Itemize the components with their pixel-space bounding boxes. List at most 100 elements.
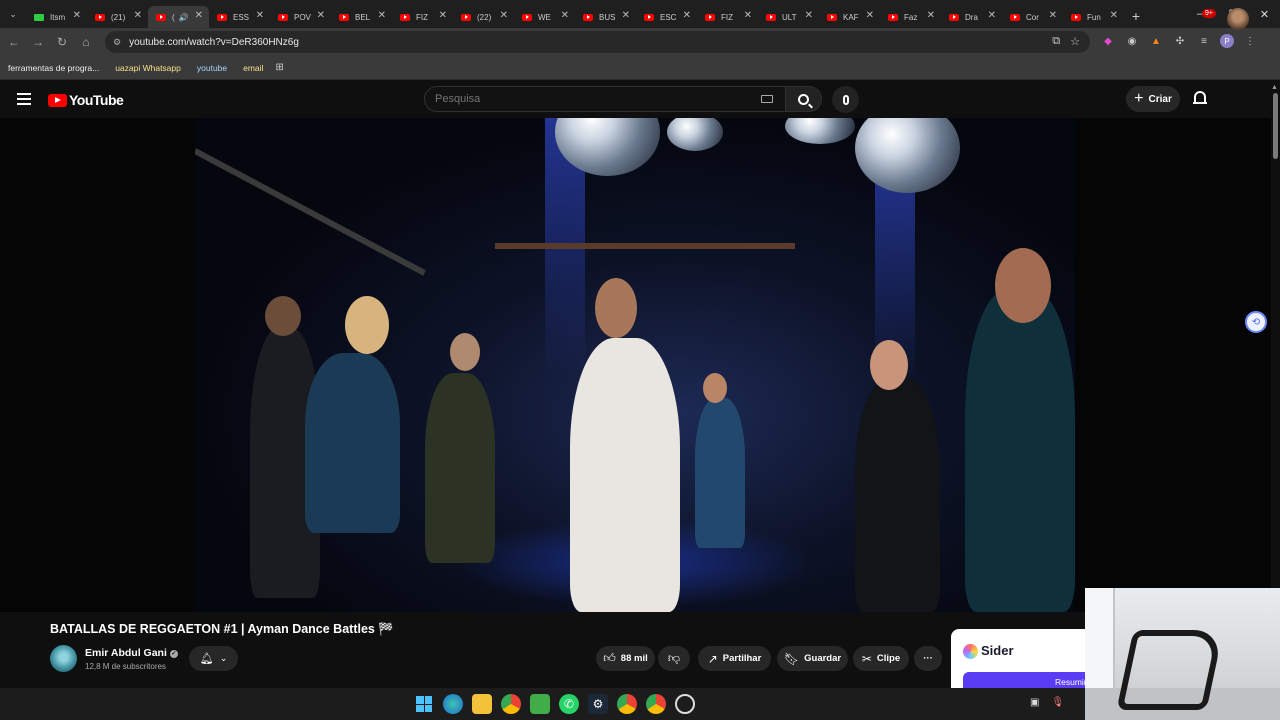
browser-tab[interactable]: POV ✕ — [270, 6, 331, 28]
clip-button[interactable]: ✂ Clipe — [853, 646, 909, 671]
close-tab-icon[interactable]: ✕ — [378, 10, 386, 21]
apps-grid-icon[interactable]: ⊞ — [275, 62, 283, 73]
windows-start-icon[interactable] — [414, 694, 434, 714]
close-tab-icon[interactable]: ✕ — [988, 10, 996, 21]
close-tab-icon[interactable]: ✕ — [73, 10, 81, 21]
bookmark-email[interactable]: email — [239, 61, 267, 75]
sider-panel[interactable]: Sider Resumir — [951, 629, 1085, 689]
close-tab-icon[interactable]: ✕ — [866, 10, 874, 21]
browser-tab[interactable]: Dra ✕ — [941, 6, 1002, 28]
close-tab-icon[interactable]: ✕ — [927, 10, 935, 21]
close-tab-icon[interactable]: ✕ — [134, 10, 142, 21]
chrome-profile-2-icon[interactable] — [646, 694, 666, 714]
extension-1-icon[interactable]: ◆ — [1100, 33, 1116, 49]
save-button[interactable]: 🔖︎ Guardar — [777, 646, 848, 671]
search-input[interactable] — [435, 93, 755, 105]
close-tab-icon[interactable]: ✕ — [1049, 10, 1057, 21]
back-arrow-icon[interactable]: ← — [2, 35, 26, 49]
thumbs-up-icon: 👍︎ — [603, 651, 616, 665]
install-app-icon[interactable]: ⧉ — [1052, 35, 1060, 48]
browser-tab[interactable]: (22) ✕ — [453, 6, 514, 28]
create-button[interactable]: + Criar — [1126, 86, 1180, 112]
translate-widget-icon[interactable]: ⟲ — [1245, 311, 1267, 333]
camera-extension-icon[interactable]: ◉ — [1124, 33, 1140, 49]
scroll-up-arrow-icon[interactable]: ▲ — [1271, 84, 1278, 91]
close-tab-icon[interactable]: ✕ — [622, 10, 630, 21]
browser-tab[interactable]: ESS ✕ — [209, 6, 270, 28]
notifications-badge: 9+ — [1202, 9, 1216, 18]
tab-search-chevron-icon[interactable]: ⌄ — [0, 0, 26, 28]
more-actions-button[interactable]: ··· — [914, 646, 942, 671]
close-tab-icon[interactable]: ✕ — [805, 10, 813, 21]
browser-tab[interactable]: BUS ✕ — [575, 6, 636, 28]
browser-tab[interactable]: (21) ✕ — [87, 6, 148, 28]
scrollbar-thumb[interactable] — [1273, 93, 1278, 159]
file-explorer-icon[interactable] — [472, 694, 492, 714]
tray-mic-icon[interactable]: 🎙︎ — [1051, 697, 1064, 708]
reading-list-icon[interactable]: ≡ — [1196, 33, 1212, 49]
close-tab-icon[interactable]: ✕ — [195, 10, 203, 21]
close-window-icon[interactable]: ✕ — [1249, 8, 1280, 21]
menu-hamburger-icon[interactable] — [17, 93, 31, 105]
steam-icon[interactable]: ⚙ — [588, 694, 608, 714]
tray-app-icon[interactable]: ▣ — [1030, 697, 1039, 708]
browser-tab[interactable]: BEL ✕ — [331, 6, 392, 28]
edge-browser-icon[interactable] — [443, 694, 463, 714]
forward-arrow-icon[interactable]: → — [26, 35, 50, 49]
chrome-profile-icon[interactable] — [617, 694, 637, 714]
close-tab-icon[interactable]: ✕ — [439, 10, 447, 21]
dislike-button[interactable]: 👎︎ — [658, 646, 690, 671]
close-tab-icon[interactable]: ✕ — [561, 10, 569, 21]
notifications-bell-icon[interactable] — [1193, 91, 1207, 107]
close-tab-icon[interactable]: ✕ — [1110, 10, 1118, 21]
bookmark-youtube[interactable]: youtube — [193, 61, 231, 75]
like-button[interactable]: 👍︎ 88 mil — [596, 646, 655, 671]
browser-tab[interactable]: Faz ✕ — [880, 6, 941, 28]
site-info-icon[interactable]: ⚙ — [113, 37, 121, 48]
metamask-fox-icon[interactable]: ▲ — [1148, 33, 1164, 49]
profile-avatar[interactable]: P — [1220, 34, 1234, 48]
chrome-icon[interactable] — [501, 694, 521, 714]
youtube-logo[interactable]: YouTube — [48, 92, 124, 108]
new-tab-button[interactable]: + — [1124, 8, 1148, 24]
search-button[interactable] — [786, 86, 822, 112]
browser-tab[interactable]: FIZ ✕ — [392, 6, 453, 28]
channel-name-row[interactable]: Emir Abdul Gani ✓ — [85, 647, 178, 659]
channel-avatar[interactable] — [50, 645, 77, 672]
share-button[interactable]: ↗ Partilhar — [698, 646, 771, 671]
whatsapp-icon[interactable]: ✆ — [559, 694, 579, 714]
reload-icon[interactable]: ↻ — [50, 35, 74, 49]
subscribed-button[interactable]: 🔔︎ ⌄ — [189, 646, 238, 671]
bookmark-uazapi[interactable]: uazapi Whatsapp — [111, 61, 185, 75]
app-icon[interactable] — [675, 694, 695, 714]
youtube-icon — [644, 13, 654, 21]
browser-tab[interactable]: (🔊 ✕ — [148, 6, 209, 28]
close-tab-icon[interactable]: ✕ — [317, 10, 325, 21]
webcam-chair — [1116, 630, 1224, 710]
keyboard-icon[interactable] — [761, 95, 773, 103]
browser-tab[interactable]: Itsm ✕ — [26, 6, 87, 28]
browser-tab[interactable]: WE ✕ — [514, 6, 575, 28]
video-player[interactable] — [195, 118, 1075, 612]
bookmark-ferramentas[interactable]: ferramentas de progra... — [4, 61, 103, 75]
address-bar[interactable]: ⚙ youtube.com/watch?v=DeR360HNz6g ⧉ ☆ — [105, 31, 1090, 53]
browser-tab[interactable]: FIZ ✕ — [697, 6, 758, 28]
user-avatar[interactable] — [1227, 8, 1249, 30]
extensions-puzzle-icon[interactable]: ✣ — [1172, 33, 1188, 49]
voice-search-button[interactable] — [832, 86, 859, 113]
browser-menu-icon[interactable]: ⋮ — [1242, 33, 1258, 49]
bookmark-star-icon[interactable]: ☆ — [1070, 35, 1080, 48]
close-tab-icon[interactable]: ✕ — [256, 10, 264, 21]
sider-summarize-button[interactable]: Resumir — [963, 672, 1085, 689]
browser-tab[interactable]: ULT ✕ — [758, 6, 819, 28]
close-tab-icon[interactable]: ✕ — [744, 10, 752, 21]
home-icon[interactable]: ⌂ — [74, 35, 98, 49]
notepad-icon[interactable] — [530, 694, 550, 714]
close-tab-icon[interactable]: ✕ — [500, 10, 508, 21]
browser-tab[interactable]: Fun ✕ — [1063, 6, 1124, 28]
tab-audio-icon[interactable]: 🔊 — [179, 13, 189, 22]
close-tab-icon[interactable]: ✕ — [683, 10, 691, 21]
browser-tab[interactable]: Cor ✕ — [1002, 6, 1063, 28]
browser-tab[interactable]: KAF ✕ — [819, 6, 880, 28]
browser-tab[interactable]: ESC ✕ — [636, 6, 697, 28]
